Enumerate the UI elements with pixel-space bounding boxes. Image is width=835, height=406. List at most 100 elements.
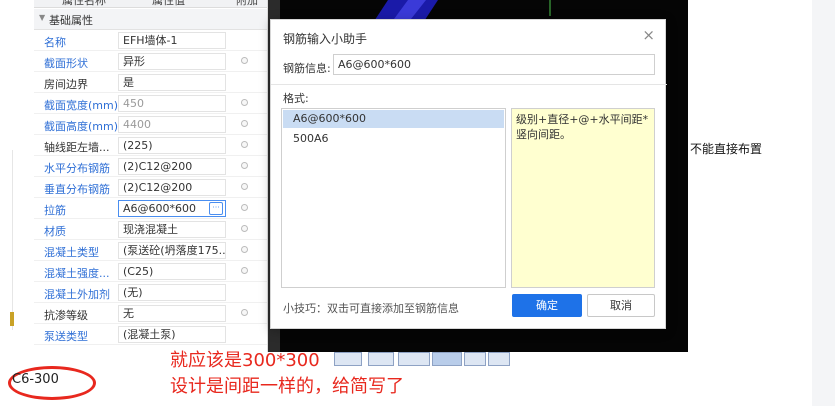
property-row[interactable]: 拉筋 A6@600*600 ··· xyxy=(34,198,267,219)
toolbar-button-3[interactable] xyxy=(398,352,430,366)
toolbar-button-5[interactable] xyxy=(464,352,486,366)
property-label: 截面高度(mm) xyxy=(44,120,119,133)
property-label: 抗渗等级 xyxy=(44,309,88,322)
property-value-field[interactable]: (无) xyxy=(118,284,226,301)
property-value-text: 是 xyxy=(123,76,134,89)
property-value-field[interactable]: 450 xyxy=(118,95,226,112)
format-list[interactable]: A6@600*600 500A6 xyxy=(281,108,506,288)
property-row[interactable]: 房间边界 是 xyxy=(34,72,267,93)
divider xyxy=(12,150,13,330)
format-description: 级别+直径+@+水平间距*竖向间距。 xyxy=(511,108,655,288)
property-label: 轴线距左墙... xyxy=(44,141,110,154)
property-row[interactable]: 垂直分布钢筋 (2)C12@200 xyxy=(34,177,267,198)
toolbar-button-6[interactable] xyxy=(488,352,510,366)
view-toolbar xyxy=(334,352,534,366)
property-row[interactable]: 材质 现浇混凝土 xyxy=(34,219,267,240)
side-note: 不能直接布置 xyxy=(690,142,763,156)
rebar-info-input[interactable]: A6@600*600 xyxy=(333,54,655,75)
property-value-field[interactable]: 4400 xyxy=(118,116,226,133)
property-value-text: (225) xyxy=(123,139,153,152)
property-value-text: 无 xyxy=(123,307,134,320)
property-value-field[interactable]: 异形 xyxy=(118,53,226,70)
circle-dot-icon[interactable] xyxy=(241,183,248,190)
property-label: 混凝土强度... xyxy=(44,267,110,280)
property-value-text: 4400 xyxy=(123,118,151,131)
property-row[interactable]: 混凝土强度... (C25) xyxy=(34,261,267,282)
property-value-text: 450 xyxy=(123,97,144,110)
property-value-text: EFH墙体-1 xyxy=(123,34,178,47)
property-value-field[interactable]: (2)C12@200 xyxy=(118,158,226,175)
property-value-text: (混凝土泵) xyxy=(123,328,176,341)
property-value-field[interactable]: 无 xyxy=(118,305,226,322)
property-label: 名称 xyxy=(44,36,66,49)
property-value-field[interactable]: EFH墙体-1 xyxy=(118,32,226,49)
circle-dot-icon[interactable] xyxy=(241,120,248,127)
property-value-field[interactable]: (225) xyxy=(118,137,226,154)
property-value-field[interactable]: (混凝土泵) xyxy=(118,326,226,343)
property-value-field[interactable]: A6@600*600 ··· xyxy=(118,200,226,217)
property-value-field[interactable]: (泵送砼(坍落度175... xyxy=(118,242,226,259)
cancel-button[interactable]: 取消 xyxy=(587,294,655,317)
annotation-line-1: 就应该是300*300 xyxy=(170,350,320,371)
property-value-text: (泵送砼(坍落度175... xyxy=(123,244,226,257)
circle-dot-icon[interactable] xyxy=(241,141,248,148)
screenshot: { "property_panel": { "header": { "col_n… xyxy=(0,0,835,406)
marker xyxy=(10,312,14,326)
property-value-field[interactable]: (C25) xyxy=(118,263,226,280)
property-value-text: 现浇混凝土 xyxy=(123,223,178,236)
circle-dot-icon[interactable] xyxy=(241,225,248,232)
property-row[interactable]: 轴线距左墙... (225) xyxy=(34,135,267,156)
group-basic-properties[interactable]: ▼ 基础属性 xyxy=(34,9,267,30)
header-value: 属性值 xyxy=(152,0,185,7)
property-row[interactable]: 水平分布钢筋 (2)C12@200 xyxy=(34,156,267,177)
property-value-text: A6@600*600 xyxy=(123,202,197,215)
property-value-text: (2)C12@200 xyxy=(123,181,193,194)
toolbar-button-1[interactable] xyxy=(334,352,362,366)
toolbar-button-2[interactable] xyxy=(368,352,394,366)
circle-dot-icon[interactable] xyxy=(241,57,248,64)
property-label: 混凝土外加剂 xyxy=(44,288,110,301)
rebar-input-assistant-dialog: 钢筋输入小助手 × 钢筋信息: A6@600*600 格式: A6@600*60… xyxy=(270,19,667,329)
property-value-text: (无) xyxy=(123,286,143,299)
property-label: 泵送类型 xyxy=(44,330,88,343)
property-row[interactable]: 截面宽度(mm) 450 xyxy=(34,93,267,114)
toolbar-button-4[interactable] xyxy=(432,352,462,366)
circle-dot-icon[interactable] xyxy=(241,309,248,316)
tip-text: 小技巧：双击可直接添加至钢筋信息 xyxy=(283,302,459,315)
property-row[interactable]: 截面高度(mm) 4400 xyxy=(34,114,267,135)
ellipsis-icon[interactable]: ··· xyxy=(209,202,223,215)
circle-dot-icon[interactable] xyxy=(241,99,248,106)
format-item-2[interactable]: 500A6 xyxy=(283,130,504,148)
property-label: 垂直分布钢筋 xyxy=(44,183,110,196)
property-row[interactable]: 截面形状 异形 xyxy=(34,51,267,72)
circle-dot-icon[interactable] xyxy=(241,267,248,274)
close-icon[interactable]: × xyxy=(642,26,655,44)
circle-dot-icon[interactable] xyxy=(241,204,248,211)
property-row[interactable]: 混凝土类型 (泵送砼(坍落度175... xyxy=(34,240,267,261)
property-row[interactable]: 泵送类型 (混凝土泵) xyxy=(34,324,267,345)
property-value-text: 异形 xyxy=(123,55,145,68)
property-value-field[interactable]: 是 xyxy=(118,74,226,91)
property-row[interactable]: 抗渗等级 无 xyxy=(34,303,267,324)
caret-down-icon[interactable]: ▼ xyxy=(39,13,45,22)
property-header: 属性名称 属性值 附加 xyxy=(34,0,267,8)
property-row[interactable]: 混凝土外加剂 (无) xyxy=(34,282,267,303)
divider xyxy=(271,84,667,85)
ok-button[interactable]: 确定 xyxy=(512,294,582,317)
format-item-1[interactable]: A6@600*600 xyxy=(283,110,504,128)
property-panel: 属性名称 属性值 附加 ▼ 基础属性 名称 EFH墙体-1 截面形状 异形 房间边界 是截… xyxy=(34,0,268,352)
property-label: 材质 xyxy=(44,225,66,238)
property-label: 水平分布钢筋 xyxy=(44,162,110,175)
bottom-code-text: C6-300 xyxy=(12,372,59,387)
property-label: 混凝土类型 xyxy=(44,246,99,259)
property-row[interactable]: 名称 EFH墙体-1 xyxy=(34,30,267,51)
property-value-field[interactable]: (2)C12@200 xyxy=(118,179,226,196)
right-panel-edge xyxy=(812,0,835,406)
circle-dot-icon[interactable] xyxy=(241,246,248,253)
property-value-field[interactable]: 现浇混凝土 xyxy=(118,221,226,238)
left-strip xyxy=(0,0,34,406)
property-value-text: (C25) xyxy=(123,265,154,278)
property-value-text: (2)C12@200 xyxy=(123,160,193,173)
circle-dot-icon[interactable] xyxy=(241,162,248,169)
property-label: 截面宽度(mm) xyxy=(44,99,119,112)
